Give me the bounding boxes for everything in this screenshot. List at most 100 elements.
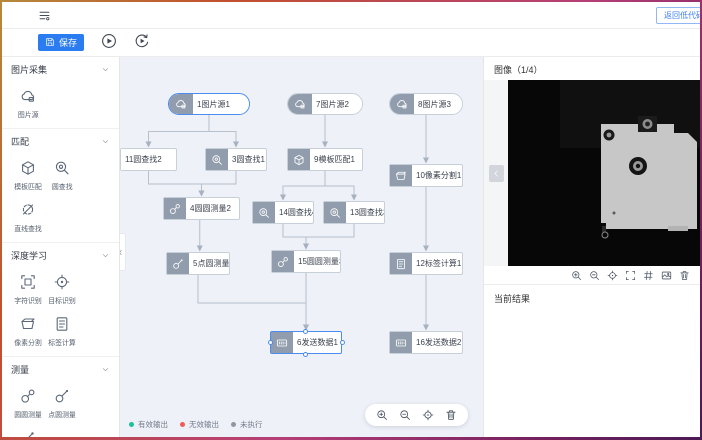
- canvas-zoom-in-icon[interactable]: [376, 409, 388, 421]
- save-icon: [45, 37, 55, 49]
- flow-node-7图片源2[interactable]: 7图片源2: [287, 93, 363, 115]
- save-button[interactable]: 保存: [38, 34, 84, 51]
- tool-item-字符识别[interactable]: 字符识别: [11, 274, 45, 306]
- loop-play-icon: [134, 33, 150, 52]
- flow-node-10像素分割1[interactable]: 10像素分割1: [389, 164, 463, 187]
- cloud-icon: [20, 88, 36, 104]
- tool-item-标签计算[interactable]: 标签计算: [45, 316, 79, 348]
- chevron-left-icon: [492, 169, 501, 178]
- section-collapse-chevron[interactable]: [101, 251, 110, 260]
- viewer-locate-icon[interactable]: [607, 270, 618, 281]
- label-calc-icon: [54, 316, 70, 332]
- flow-canvas[interactable]: 有效输出无效输出未执行 1图片源17图片源28图片源311圆查找23圆查找19模…: [120, 57, 483, 437]
- flow-node-6发送数据1[interactable]: 6发送数据1: [270, 331, 342, 354]
- legend-dot: [129, 422, 134, 427]
- prev-image-button[interactable]: [489, 165, 504, 182]
- handle-left[interactable]: [268, 340, 273, 345]
- trash-icon: [445, 409, 457, 421]
- sidebar: 图片采集 图片源 匹配 模板匹配圆查找直线查找 深度学习 字符识别目标识别像素分…: [2, 57, 120, 437]
- flow-node-11圆查找2[interactable]: 11圆查找2: [120, 148, 177, 171]
- sidebar-section: 深度学习 字符识别目标识别像素分割标签计算: [2, 243, 119, 357]
- ocr-icon: [20, 274, 36, 290]
- circle-circle-measure-icon: [277, 256, 289, 268]
- header-bar: 返回低代码: [2, 2, 700, 29]
- run-once-button[interactable]: [101, 33, 117, 52]
- viewer-fullscreen-icon[interactable]: [625, 270, 636, 281]
- grid-icon: [643, 270, 654, 281]
- sidebar-section: 测量 圆圆测量点圆测量点点测量: [2, 357, 119, 437]
- app-window: 返回低代码 保存 图片采集 图片源 匹配 模板匹配圆查找直线查找 深度学习 字符…: [2, 2, 700, 437]
- flow-node-5点圆测量1[interactable]: 5点圆测量1: [166, 252, 230, 275]
- tool-item-点点测量[interactable]: 点点测量: [11, 430, 45, 437]
- inspection-image[interactable]: [508, 80, 700, 266]
- section-title: 测量: [11, 363, 29, 376]
- legend-未执行: 未执行: [231, 419, 263, 430]
- inspection-image-content: [508, 80, 700, 266]
- flow-node-12标签计算1[interactable]: 12标签计算1: [389, 252, 463, 275]
- circle-circle-measure-icon: [20, 388, 36, 404]
- right-panel: 图像（1/4）: [483, 57, 700, 437]
- cloud-icon: [294, 98, 306, 110]
- viewer-trash-icon[interactable]: [679, 270, 690, 281]
- zoom-in-icon: [376, 409, 388, 421]
- handle-bottom[interactable]: [303, 352, 308, 357]
- tool-item-label: 字符识别: [14, 295, 42, 305]
- canvas-locate-icon[interactable]: [422, 409, 434, 421]
- flow-node-1图片源1[interactable]: 1图片源1: [168, 93, 250, 115]
- flow-node-13圆查找3[interactable]: 13圆查找3: [323, 201, 385, 224]
- legend-无效输出: 无效输出: [180, 419, 219, 430]
- flow-node-9模板匹配1[interactable]: 9模板匹配1: [287, 148, 363, 171]
- node-label: 6发送数据1: [293, 332, 341, 353]
- play-icon: [101, 33, 117, 49]
- tool-item-目标识别[interactable]: 目标识别: [45, 274, 79, 306]
- play-icon: [101, 33, 117, 52]
- tool-item-模板匹配[interactable]: 模板匹配: [11, 160, 45, 192]
- tool-item-圆圆测量[interactable]: 圆圆测量: [11, 388, 45, 420]
- section-collapse-chevron[interactable]: [101, 65, 110, 74]
- legend-dot: [231, 422, 236, 427]
- node-label: 9模板匹配1: [310, 149, 362, 170]
- tool-item-图片源[interactable]: 图片源: [11, 88, 45, 120]
- flow-node-14圆查找4[interactable]: 14圆查找4: [252, 201, 314, 224]
- tool-item-像素分割[interactable]: 像素分割: [11, 316, 45, 348]
- chevron-left-icon: [120, 249, 124, 256]
- flow-node-8图片源3[interactable]: 8图片源3: [389, 93, 463, 115]
- node-label: 7图片源2: [312, 94, 362, 114]
- current-result-title: 当前结果: [484, 285, 700, 312]
- section-collapse-chevron[interactable]: [101, 137, 110, 146]
- handle-right[interactable]: [340, 340, 345, 345]
- flow-node-16发送数据2[interactable]: 16发送数据2: [389, 331, 463, 354]
- viewer-zoom-out-icon[interactable]: [589, 270, 600, 281]
- run-loop-button[interactable]: [134, 33, 150, 52]
- tool-item-label: 模板匹配: [14, 181, 42, 191]
- chevron-down-icon: [101, 365, 110, 374]
- tool-item-直线查找[interactable]: 直线查找: [11, 202, 45, 234]
- flow-node-3圆查找1[interactable]: 3圆查找1: [205, 148, 267, 171]
- menu-button[interactable]: [38, 9, 51, 25]
- circle-find-icon: [211, 154, 223, 166]
- tool-item-点圆测量[interactable]: 点圆测量: [45, 388, 79, 420]
- menu-icon: [38, 9, 51, 22]
- node-label: 10像素分割1: [412, 165, 462, 186]
- chevron-left-icon: [492, 166, 501, 181]
- back-to-lowcode-button[interactable]: 返回低代码: [656, 7, 700, 24]
- canvas-trash-icon[interactable]: [445, 409, 457, 421]
- section-title: 深度学习: [11, 249, 47, 262]
- flow-node-15圆圆测量3[interactable]: 15圆圆测量3: [271, 250, 341, 273]
- toolbar: 保存: [2, 29, 700, 57]
- sidebar-collapse-handle[interactable]: [120, 233, 126, 271]
- viewer-grid-icon[interactable]: [643, 270, 654, 281]
- section-collapse-chevron[interactable]: [101, 365, 110, 374]
- canvas-zoom-out-icon[interactable]: [399, 409, 411, 421]
- flow-node-4圆圆测量2[interactable]: 4圆圆测量2: [163, 197, 240, 220]
- circle-find-icon: [258, 207, 270, 219]
- label-calc-icon: [395, 258, 407, 270]
- viewer-zoom-in-icon[interactable]: [571, 270, 582, 281]
- handle-top[interactable]: [303, 329, 308, 334]
- image-icon: [661, 270, 672, 281]
- pixel-segment-icon: [395, 170, 407, 182]
- send-data-icon: [395, 337, 407, 349]
- tool-item-圆查找[interactable]: 圆查找: [45, 160, 79, 192]
- viewer-image-icon[interactable]: [661, 270, 672, 281]
- pixel-segment-icon: [20, 316, 36, 332]
